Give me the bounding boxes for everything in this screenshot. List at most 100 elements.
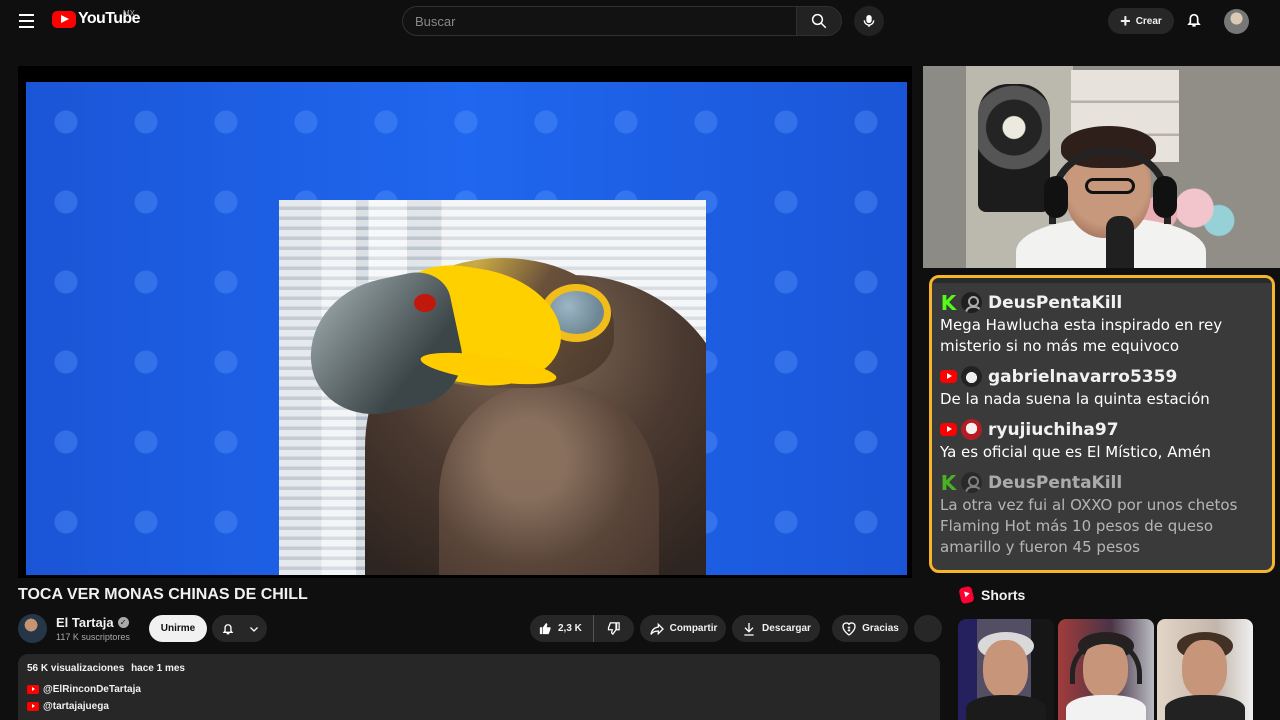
- shorts-thumbnail[interactable]: [958, 619, 1054, 720]
- subscriber-count: 117 K suscriptores: [56, 632, 130, 642]
- bell-icon: [222, 623, 233, 634]
- voice-search-button[interactable]: [854, 6, 884, 36]
- youtube-play-icon: [52, 10, 76, 28]
- shorts-title-text: Shorts: [981, 587, 1026, 603]
- subscription-notification-button[interactable]: [212, 615, 267, 642]
- chat-text: Ya es oficial que es El Místico, Amén: [940, 443, 1211, 461]
- menu-button[interactable]: [14, 9, 38, 33]
- description-channel-link[interactable]: @tartajajuega: [27, 701, 109, 712]
- chat-text: La otra vez fui al OXXO por unos chetos …: [940, 496, 1238, 556]
- search-icon: [811, 13, 827, 29]
- notifications-button[interactable]: [1184, 10, 1206, 32]
- glasses: [1085, 178, 1135, 194]
- chat-cutoff: [932, 278, 1272, 283]
- shorts-thumbnail[interactable]: [1157, 619, 1253, 720]
- shorts-icon: [958, 585, 975, 605]
- plus-icon: +: [1120, 11, 1131, 31]
- headset-left-earcup: [1044, 176, 1068, 218]
- country-code: MX: [123, 9, 135, 18]
- share-label: Compartir: [669, 623, 718, 634]
- hawk-nostril: [414, 294, 436, 312]
- chat-message-header: ryujiuchiha97: [940, 417, 1264, 442]
- search-button[interactable]: [796, 6, 842, 36]
- video-frame[interactable]: [26, 82, 907, 575]
- chat-message: ryujiuchiha97 Ya es oficial que es El Mí…: [932, 417, 1272, 463]
- chat-message: K DeusPentaKill La otra vez fui al OXXO …: [932, 470, 1272, 558]
- view-count: 56 K visualizaciones: [27, 663, 125, 674]
- chat-text: Mega Hawlucha esta inspirado en rey mist…: [940, 316, 1223, 355]
- join-button[interactable]: Unirme: [149, 615, 207, 642]
- upload-time: hace 1 mes: [131, 663, 185, 674]
- video-description[interactable]: 56 K visualizaciones hace 1 mes @ElRinco…: [18, 654, 940, 720]
- streamer-webcam: [923, 66, 1280, 268]
- download-label: Descargar: [762, 623, 811, 634]
- channel-handle: @tartajajuega: [43, 701, 109, 712]
- youtube-icon: [940, 368, 957, 385]
- verified-icon: ✓: [117, 617, 129, 628]
- search-input[interactable]: [403, 7, 797, 35]
- youtube-icon: [27, 685, 39, 694]
- search-box: [402, 6, 797, 36]
- share-icon: [649, 622, 664, 635]
- thanks-label: Gracias: [862, 623, 899, 634]
- microphone-icon: [863, 15, 875, 27]
- youtube-icon: [940, 421, 957, 438]
- chat-username: gabrielnavarro5359: [988, 366, 1178, 387]
- chat-username: DeusPentaKill: [988, 292, 1123, 313]
- chat-username: ryujiuchiha97: [988, 419, 1119, 440]
- create-label: Crear: [1135, 15, 1162, 27]
- download-icon: [744, 622, 754, 636]
- person-shirt: [1066, 695, 1146, 720]
- person-face: [983, 640, 1028, 698]
- chat-text: De la nada suena la quinta estación: [940, 390, 1210, 408]
- dislike-button[interactable]: [594, 621, 633, 636]
- streamer: [1013, 126, 1208, 268]
- shorts-section-title: Shorts: [958, 585, 1026, 605]
- create-button[interactable]: + Crear: [1108, 8, 1174, 34]
- like-button[interactable]: 2,3 K: [530, 615, 594, 642]
- kick-icon: K: [940, 290, 957, 315]
- menu-icon-line: [19, 26, 34, 28]
- kick-icon: K: [940, 470, 957, 495]
- user-avatar: [961, 419, 982, 440]
- description-stats: 56 K visualizaciones hace 1 mes: [27, 663, 185, 674]
- download-button[interactable]: Descargar: [732, 615, 820, 642]
- youtube-icon: [27, 702, 39, 711]
- headset-right-earcup: [1153, 176, 1177, 218]
- user-avatar: [961, 472, 982, 493]
- chat-message-header: K DeusPentaKill: [940, 470, 1264, 495]
- channel-name: El Tartaja: [56, 615, 114, 630]
- user-avatar: [961, 366, 982, 387]
- channel-handle: @ElRinconDeTartaja: [43, 684, 141, 695]
- chat-message: gabrielnavarro5359 De la nada suena la q…: [932, 364, 1272, 410]
- like-count: 2,3 K: [558, 623, 582, 634]
- thumbs-down-icon: [607, 622, 620, 636]
- menu-icon-line: [19, 20, 34, 22]
- account-avatar[interactable]: [1224, 9, 1249, 34]
- chat-message-header: K DeusPentaKill: [940, 290, 1264, 315]
- channel-name-link[interactable]: El Tartaja ✓: [56, 615, 129, 630]
- hawk-photo: [279, 200, 706, 575]
- heart-dollar-icon: [842, 621, 856, 636]
- more-actions-button[interactable]: [914, 615, 942, 642]
- microphone: [1106, 216, 1134, 268]
- menu-icon-line: [19, 14, 34, 16]
- stream-chat-overlay: K DeusPentaKill Mega Hawlucha esta inspi…: [929, 275, 1275, 573]
- user-avatar: [961, 292, 982, 313]
- channel-avatar[interactable]: [18, 614, 47, 643]
- hawk-chest: [439, 385, 659, 575]
- top-navigation-bar: YouTube MX + Crear: [0, 0, 1280, 42]
- person-face: [1182, 640, 1227, 698]
- chevron-down-icon: [249, 626, 258, 632]
- thumbs-up-icon: [539, 622, 551, 635]
- chat-message-header: gabrielnavarro5359: [940, 364, 1264, 389]
- like-dislike-control: 2,3 K: [530, 615, 634, 642]
- person-shirt: [1165, 695, 1245, 720]
- chat-message: K DeusPentaKill Mega Hawlucha esta inspi…: [932, 290, 1272, 357]
- thanks-button[interactable]: Gracias: [832, 615, 908, 642]
- shorts-thumbnail[interactable]: [1058, 619, 1154, 720]
- share-button[interactable]: Compartir: [640, 615, 726, 642]
- person-shirt: [966, 695, 1046, 720]
- chat-username: DeusPentaKill: [988, 472, 1123, 493]
- description-channel-link[interactable]: @ElRinconDeTartaja: [27, 684, 141, 695]
